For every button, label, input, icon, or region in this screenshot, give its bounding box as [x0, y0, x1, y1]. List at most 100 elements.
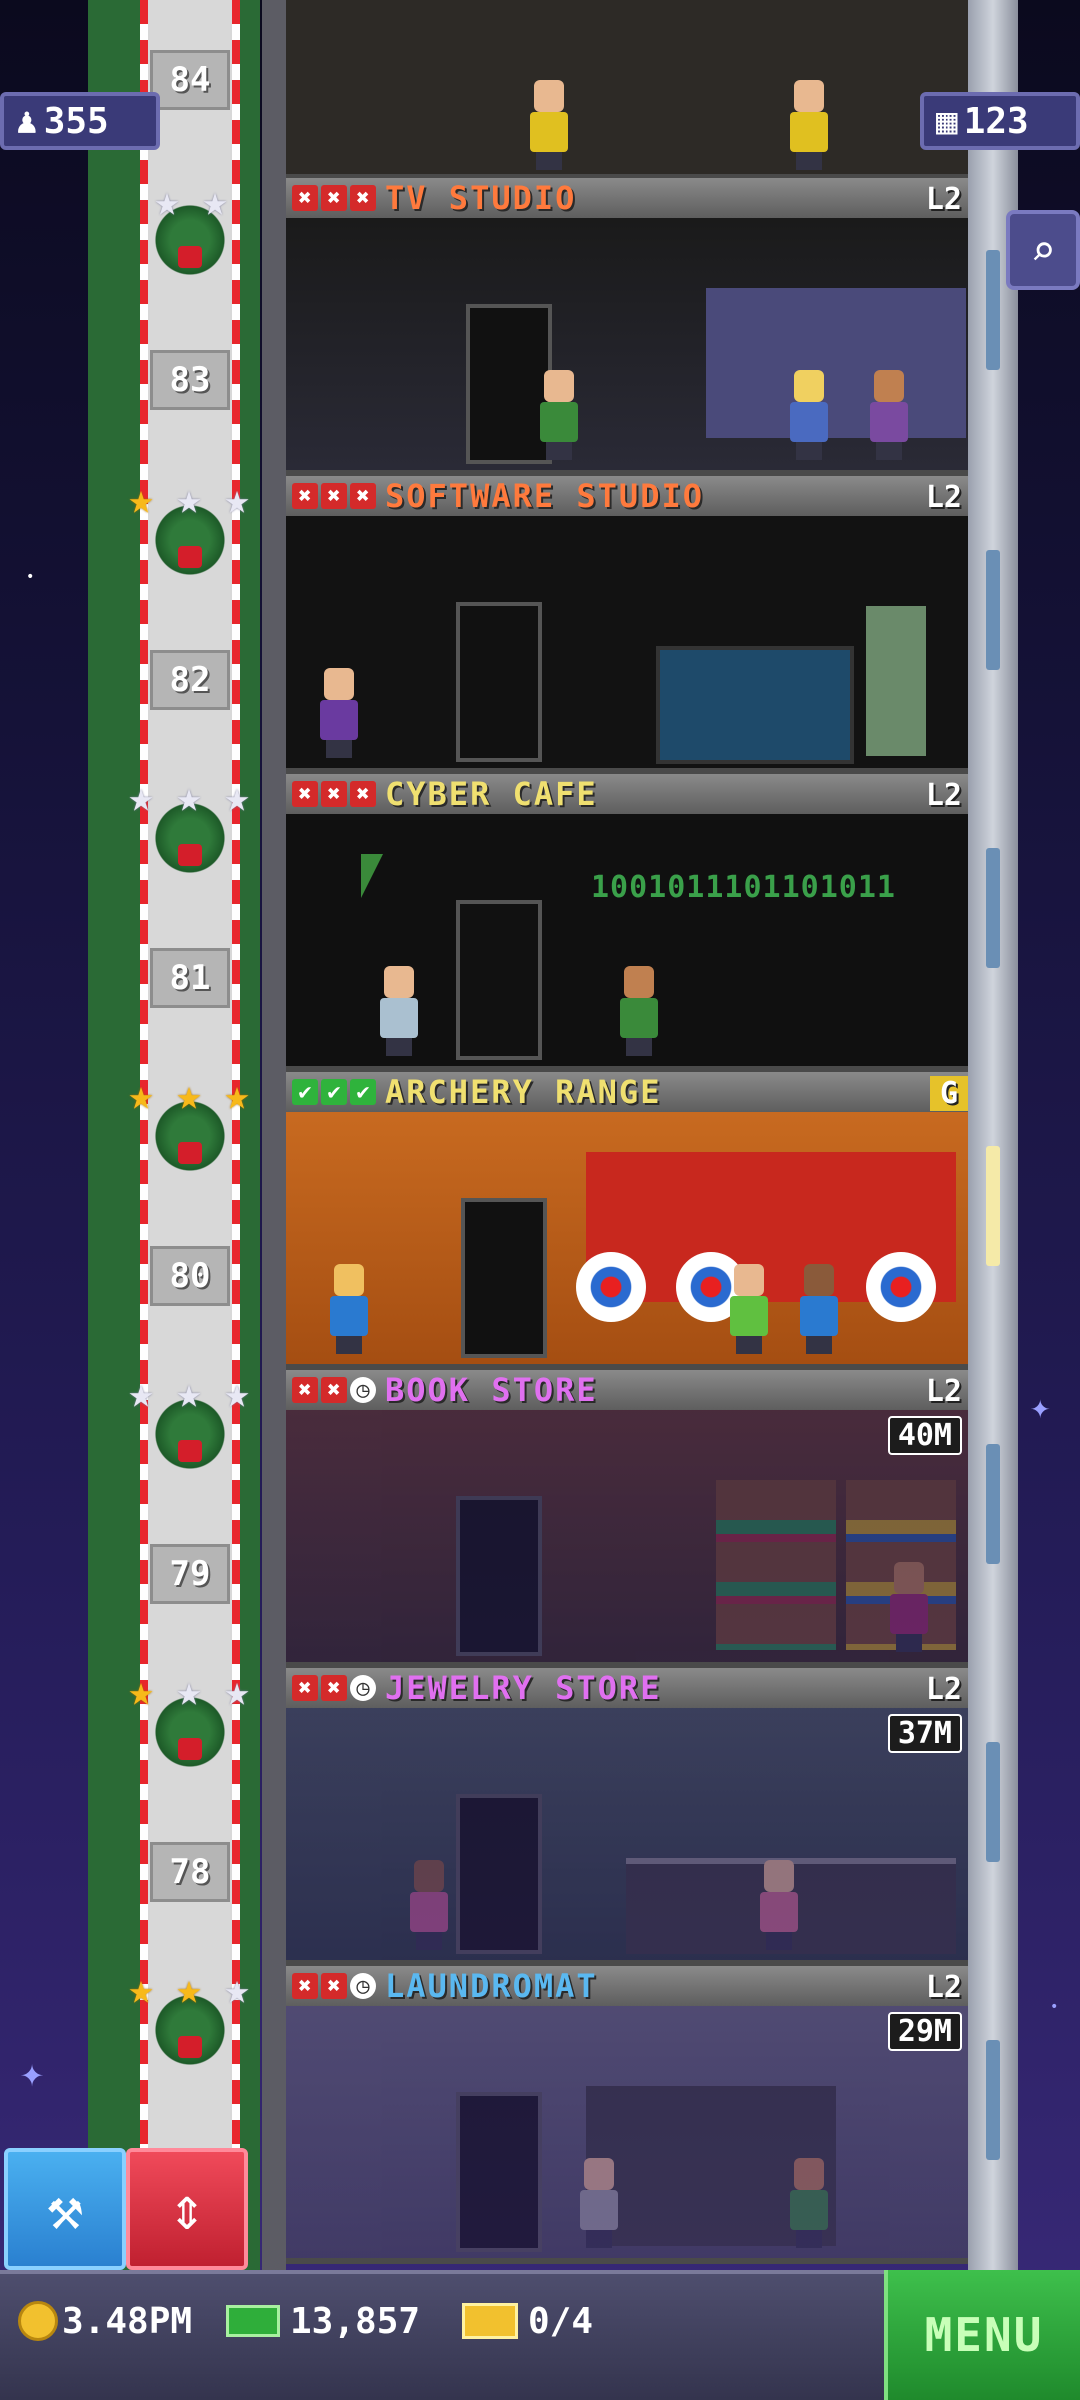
elevator-rail-right — [232, 0, 240, 2270]
floor-label-bar: ✖ ✖ ◷ LAUNDROMAT L2 — [286, 1966, 968, 2006]
floor-number-81: 81 — [150, 948, 230, 1008]
person-sprite — [886, 1562, 932, 1652]
floor-name: BOOK STORE — [385, 1371, 598, 1409]
floor-stars: ★ ★ ★ — [118, 1668, 260, 1716]
floor-name: ARCHERY RANGE — [385, 1073, 662, 1111]
zoom-button[interactable]: ⌕ — [1006, 210, 1080, 290]
room-interior — [286, 1410, 968, 1662]
floor-stars: ★ ★ — [144, 178, 238, 226]
room-interior: 1001011101101011 — [286, 814, 968, 1066]
clock-icon: ◷ — [350, 1377, 376, 1403]
room-door — [456, 1496, 542, 1656]
room-door — [456, 602, 542, 762]
computer-desk — [656, 646, 854, 764]
status-check-icon: ✔ — [350, 1079, 376, 1105]
floor-name: TV STUDIO — [385, 179, 577, 217]
coins-display[interactable]: 3.48PM — [18, 2296, 192, 2346]
room-door — [456, 900, 542, 1060]
room-interior — [286, 218, 968, 470]
elevator-rail-left — [140, 0, 148, 2270]
elevator-button[interactable]: ⇕ — [126, 2148, 248, 2270]
facade-window — [986, 250, 1000, 370]
status-x-icon: ✖ — [321, 781, 347, 807]
silver-star-icon: ★ — [128, 772, 154, 821]
floor-tv-studio[interactable]: ✖ ✖ ✖ TV STUDIO L2 — [286, 178, 968, 476]
floor-stars: ★ ★ ★ — [118, 476, 260, 524]
floor-book-store[interactable]: ✖ ✖ ◷ BOOK STORE L2 40M — [286, 1370, 968, 1668]
floor-partial-top[interactable] — [286, 0, 968, 180]
floor-number-84: 84 — [150, 50, 230, 110]
floor-software-studio[interactable]: ✖ ✖ ✖ SOFTWARE STUDIO L2 — [286, 476, 968, 774]
build-floor-button[interactable]: ⚒ — [4, 2148, 126, 2270]
clock-icon: ◷ — [350, 1973, 376, 1999]
bookshelf — [716, 1480, 836, 1650]
floor-level: L2 — [925, 182, 962, 217]
facade-window-lit — [986, 1146, 1000, 1266]
floor-level: L2 — [925, 1374, 962, 1409]
tickets-display[interactable]: 0/4 — [462, 2296, 593, 2346]
floor-name: JEWELRY STORE — [385, 1669, 662, 1707]
person-sprite — [576, 2158, 622, 2248]
restock-timer: 29M — [887, 2012, 962, 2051]
status-x-icon: ✖ — [321, 1675, 347, 1701]
bux-icon — [226, 2305, 280, 2337]
star-decoration: • — [1050, 1999, 1059, 2015]
floor-laundromat[interactable]: ✖ ✖ ◷ LAUNDROMAT L2 29M — [286, 1966, 968, 2264]
person-sprite — [406, 1860, 452, 1950]
silver-star-icon: ★ — [176, 772, 202, 821]
status-check-icon: ✔ — [321, 1079, 347, 1105]
silver-star-icon: ★ — [154, 176, 180, 225]
room-interior — [286, 516, 968, 768]
population-counter[interactable]: ♟ 355 — [0, 92, 160, 150]
floor-label-bar: ✖ ✖ ✖ TV STUDIO L2 — [286, 178, 968, 218]
gold-star-icon: ★ — [128, 474, 154, 523]
status-x-icon: ✖ — [350, 483, 376, 509]
silver-star-icon: ★ — [202, 176, 228, 225]
binary-wall-text: 1001011101101011 — [591, 870, 896, 905]
floor-name: CYBER CAFE — [385, 775, 598, 813]
floor-label-bar: ✖ ✖ ◷ JEWELRY STORE L2 — [286, 1668, 968, 1708]
gold-star-icon: ★ — [176, 1070, 202, 1119]
floor-jewelry-store[interactable]: ✖ ✖ ◷ JEWELRY STORE L2 37M — [286, 1668, 968, 1966]
silver-star-icon: ★ — [176, 1368, 202, 1417]
person-sprite — [616, 966, 662, 1056]
silver-star-icon: ★ — [176, 1666, 202, 1715]
person-icon: ♟ — [16, 100, 38, 142]
up-down-arrows-icon: ⇕ — [168, 2174, 206, 2244]
floor-stars: ★ ★ ★ — [118, 774, 260, 822]
floor-label-bar: ✔ ✔ ✔ ARCHERY RANGE G — [286, 1072, 968, 1112]
hammer-icon: ⚒ — [46, 2174, 84, 2244]
gold-star-icon: ★ — [128, 1964, 154, 2013]
population-value: 355 — [43, 100, 109, 142]
status-x-icon: ✖ — [292, 1377, 318, 1403]
room-door — [456, 1794, 542, 1954]
star-decoration: ✦ — [20, 2050, 45, 2096]
floor-cyber-cafe[interactable]: ✖ ✖ ✖ CYBER CAFE L2 1001011101101011 — [286, 774, 968, 1072]
menu-button[interactable]: MENU — [884, 2270, 1080, 2400]
status-check-icon: ✔ — [292, 1079, 318, 1105]
floor-label-bar: ✖ ✖ ◷ BOOK STORE L2 — [286, 1370, 968, 1410]
facade-window — [986, 1742, 1000, 1862]
floor-number-82: 82 — [150, 650, 230, 710]
room-interior — [286, 1112, 968, 1364]
star-decoration: ✦ — [1030, 1387, 1051, 1427]
person-sprite — [866, 370, 912, 460]
room-door — [461, 1198, 547, 1358]
floor-number-79: 79 — [150, 1544, 230, 1604]
floor-level: L2 — [925, 1672, 962, 1707]
facade-window — [986, 848, 1000, 968]
floor-number-80: 80 — [150, 1246, 230, 1306]
floor-number-83: 83 — [150, 350, 230, 410]
floor-archery-range[interactable]: ✔ ✔ ✔ ARCHERY RANGE G — [286, 1072, 968, 1370]
restock-timer: 40M — [887, 1416, 962, 1455]
floor-level: L2 — [925, 1970, 962, 2005]
floor-counter[interactable]: ▦ 123 — [920, 92, 1080, 150]
gold-star-icon: ★ — [176, 1964, 202, 2013]
building-icon: ▦ — [936, 100, 958, 142]
facade-window — [986, 2040, 1000, 2160]
bux-display[interactable]: 13,857 — [226, 2296, 420, 2346]
silver-star-icon: ★ — [128, 1368, 154, 1417]
tower-left-wall — [262, 0, 286, 2270]
status-x-icon: ✖ — [321, 1377, 347, 1403]
golden-ticket-icon — [462, 2303, 518, 2339]
